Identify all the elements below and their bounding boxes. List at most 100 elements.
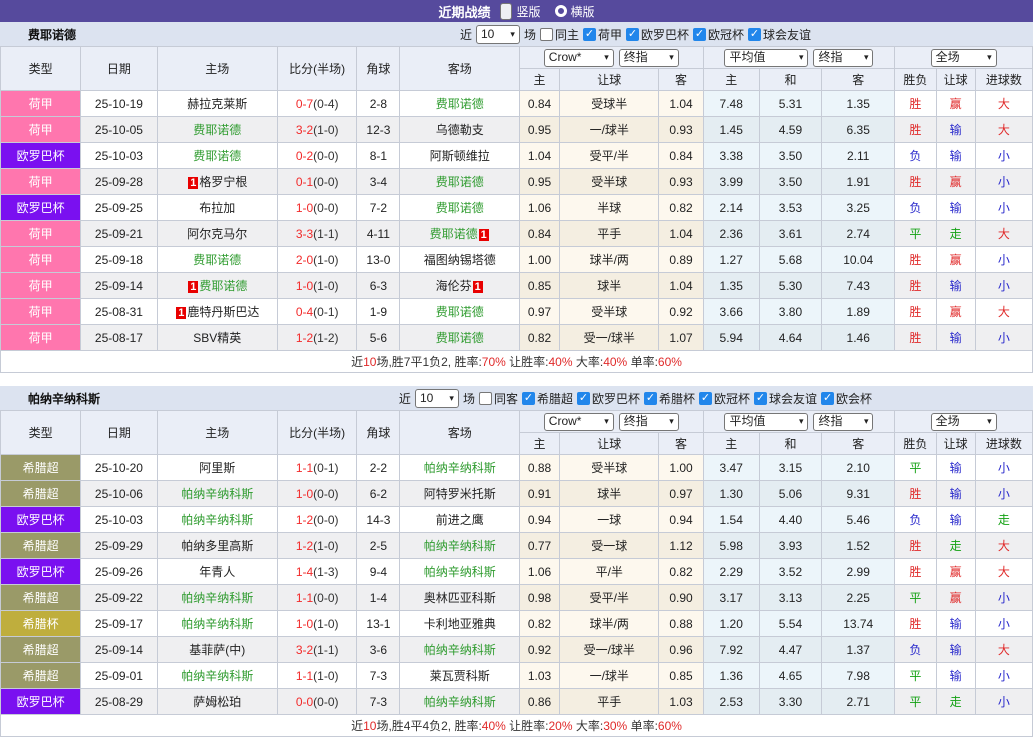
- layout-radio-horizontal[interactable]: 横版: [555, 3, 595, 20]
- team-label: 阿斯顿维拉: [430, 149, 490, 163]
- average-select[interactable]: 平均值▾: [724, 49, 808, 67]
- radio-selected-icon[interactable]: [500, 3, 512, 20]
- result-outcome: 胜: [895, 169, 936, 195]
- league-filter-checkbox[interactable]: ✓欧冠杯: [693, 26, 744, 43]
- fulltime-score: 0-7: [296, 97, 313, 111]
- league-type-badge: 希腊超: [1, 663, 81, 689]
- fulltime-score: 1-2: [296, 331, 313, 345]
- summary-segment: 20%: [549, 719, 573, 733]
- average-select[interactable]: 平均值▾: [724, 413, 808, 431]
- avg-draw: 5.31: [759, 91, 821, 117]
- home-team: 帕纳辛纳科斯: [157, 481, 277, 507]
- checkbox-checked-icon[interactable]: ✓: [583, 28, 596, 41]
- match-row: 欧罗巴杯25-09-26年青人1-4(1-3)9-4帕纳辛纳科斯1.06平/半0…: [1, 559, 1033, 585]
- match-row: 希腊超25-09-01帕纳辛纳科斯1-1(1-0)7-3莱瓦贾科斯1.03一/球…: [1, 663, 1033, 689]
- team-label: 卡利地亚雅典: [424, 617, 496, 631]
- checkbox-checked-icon[interactable]: ✓: [644, 392, 657, 405]
- home-team: 帕纳辛纳科斯: [157, 611, 277, 637]
- fulltime-score: 1-1: [296, 591, 313, 605]
- red-card-badge: 1: [473, 281, 483, 293]
- team-label: 费耶诺德: [193, 123, 241, 137]
- result-handicap: 输: [936, 507, 975, 533]
- avg-away: 7.43: [822, 273, 895, 299]
- same-venue-checkbox[interactable]: 同主: [540, 26, 579, 43]
- checkbox-checked-icon[interactable]: ✓: [626, 28, 639, 41]
- full-match-select[interactable]: 全场▾: [931, 413, 997, 431]
- avg-home: 3.17: [703, 585, 759, 611]
- halftime-score: (0-0): [313, 149, 338, 163]
- games-count-select[interactable]: 10▾: [415, 389, 459, 408]
- layout-radio-vertical[interactable]: 竖版: [500, 3, 540, 20]
- checkbox-unchecked-icon[interactable]: [540, 28, 553, 41]
- sub-column-header: 主: [703, 69, 759, 91]
- score: 0-2(0-0): [278, 143, 357, 169]
- checkbox-checked-icon[interactable]: ✓: [693, 28, 706, 41]
- league-filter-checkbox[interactable]: ✓荷甲: [583, 26, 622, 43]
- final-index-select[interactable]: 终指▾: [619, 413, 679, 431]
- final-index-select[interactable]: 终指▾: [619, 49, 679, 67]
- team-label: 费耶诺德: [436, 175, 484, 189]
- odds-home: 0.94: [519, 507, 559, 533]
- corner-count: 2-5: [357, 533, 400, 559]
- team-label: 格罗宁根: [199, 175, 247, 189]
- away-team: 阿斯顿维拉: [400, 143, 519, 169]
- league-filter-checkbox[interactable]: ✓欧罗巴杯: [626, 26, 689, 43]
- checkbox-checked-icon[interactable]: ✓: [821, 392, 834, 405]
- team-label: 莱瓦贾科斯: [430, 669, 490, 683]
- chevron-down-icon: ▾: [669, 50, 674, 65]
- league-filter-checkbox[interactable]: ✓球会友谊: [748, 26, 811, 43]
- league-filter-checkbox[interactable]: ✓欧会杯: [821, 390, 872, 407]
- avg-home: 7.48: [703, 91, 759, 117]
- league-filter-checkbox[interactable]: ✓欧罗巴杯: [577, 390, 640, 407]
- home-team: 萨姆松珀: [157, 689, 277, 715]
- final-index-select[interactable]: 终指▾: [813, 49, 873, 67]
- games-count-select[interactable]: 10▾: [476, 25, 520, 44]
- team-label: 奥林匹亚科斯: [424, 591, 496, 605]
- team-label: 帕纳辛纳科斯: [181, 487, 253, 501]
- checkbox-checked-icon[interactable]: ✓: [748, 28, 761, 41]
- handicap: 球半/两: [560, 247, 659, 273]
- checkbox-checked-icon[interactable]: ✓: [699, 392, 712, 405]
- checkbox-unchecked-icon[interactable]: [479, 392, 492, 405]
- corner-count: 6-3: [357, 273, 400, 299]
- league-filter-checkbox[interactable]: ✓欧冠杯: [699, 390, 750, 407]
- avg-home: 1.30: [703, 481, 759, 507]
- checkbox-checked-icon[interactable]: ✓: [577, 392, 590, 405]
- home-team: 1格罗宁根: [157, 169, 277, 195]
- league-type-badge: 荷甲: [1, 117, 81, 143]
- checkbox-checked-icon[interactable]: ✓: [522, 392, 535, 405]
- fulltime-score: 1-0: [296, 201, 313, 215]
- result-goals: 大: [975, 533, 1032, 559]
- league-filter-checkbox[interactable]: ✓希腊杯: [644, 390, 695, 407]
- sub-column-header: 和: [759, 433, 821, 455]
- corner-count: 13-0: [357, 247, 400, 273]
- avg-source-header: 平均值▾ 终指▾: [703, 411, 895, 433]
- team-label: 费耶诺德: [193, 149, 241, 163]
- crow-select[interactable]: Crow*▾: [544, 49, 614, 67]
- result-outcome: 胜: [895, 273, 936, 299]
- avg-away: 1.89: [822, 299, 895, 325]
- checkbox-checked-icon[interactable]: ✓: [754, 392, 767, 405]
- odds-home: 0.95: [519, 169, 559, 195]
- away-team: 费耶诺德: [400, 91, 519, 117]
- result-outcome: 胜: [895, 299, 936, 325]
- full-match-select[interactable]: 全场▾: [931, 49, 997, 67]
- avg-home: 2.53: [703, 689, 759, 715]
- crow-select[interactable]: Crow*▾: [544, 413, 614, 431]
- sub-column-header: 主: [519, 69, 559, 91]
- odds-source-header: Crow*▾ 终指▾: [519, 411, 703, 433]
- home-team: SBV精英: [157, 325, 277, 351]
- league-filter-checkbox[interactable]: ✓球会友谊: [754, 390, 817, 407]
- final-index-select[interactable]: 终指▾: [813, 413, 873, 431]
- team-label: 阿特罗米托斯: [424, 487, 496, 501]
- league-filter-checkbox[interactable]: ✓希腊超: [522, 390, 573, 407]
- summary-segment: 场,胜4平4负2, 胜率:: [376, 719, 481, 733]
- result-outcome: 胜: [895, 325, 936, 351]
- league-type-badge: 希腊超: [1, 481, 81, 507]
- radio-unselected-icon[interactable]: [555, 5, 567, 17]
- odds-away: 0.92: [659, 299, 703, 325]
- match-row: 欧罗巴杯25-08-29萨姆松珀0-0(0-0)7-3帕纳辛纳科斯0.86平手1…: [1, 689, 1033, 715]
- team-label: 帕纳辛纳科斯: [181, 669, 253, 683]
- same-venue-checkbox[interactable]: 同客: [479, 390, 518, 407]
- sub-column-header: 进球数: [975, 433, 1032, 455]
